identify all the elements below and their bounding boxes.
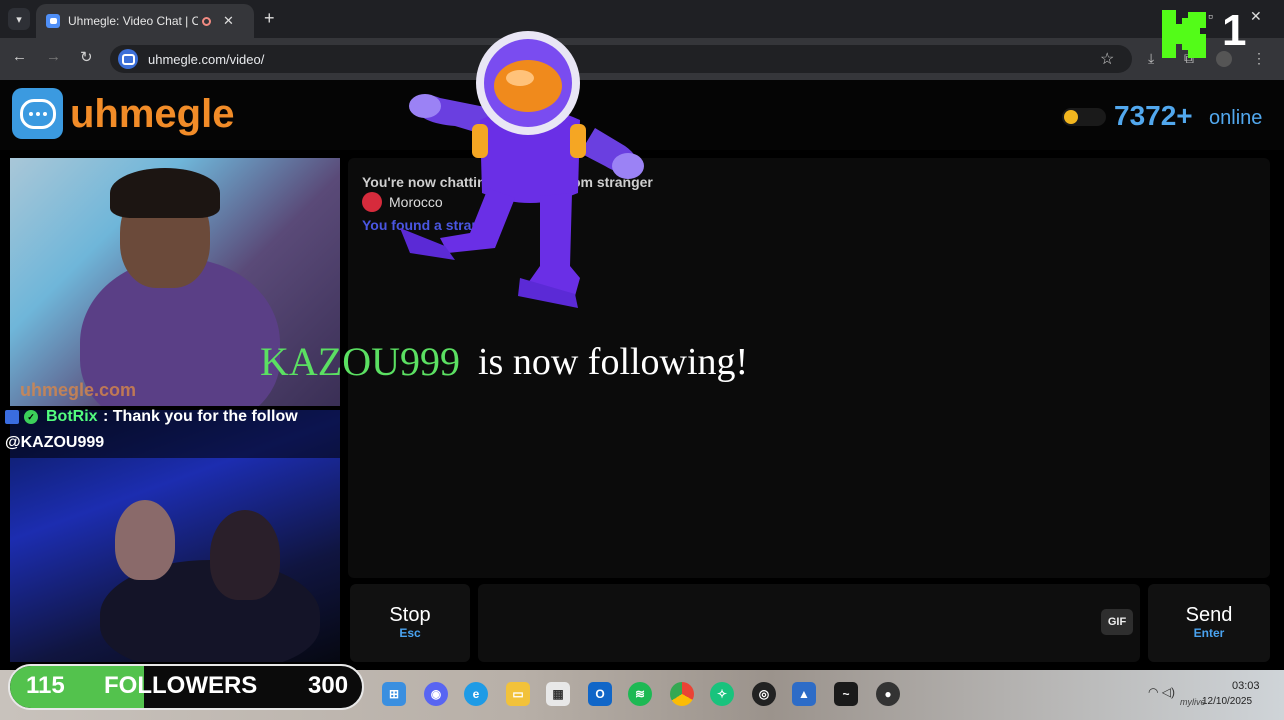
photos-icon[interactable]: ▲ — [792, 682, 816, 706]
site-info-icon[interactable] — [118, 49, 138, 69]
send-shortcut: Enter — [1193, 626, 1225, 640]
chrome-icon[interactable] — [670, 682, 694, 706]
site-logo-text[interactable]: uhmegle — [70, 92, 234, 137]
browser-tab[interactable]: Uhmegle: Video Chat | Omegle ✕ — [36, 4, 254, 38]
wifi-icon[interactable]: ◠ ◁) — [1148, 685, 1175, 699]
browser-menu-icon[interactable]: ⋮ — [1252, 50, 1266, 67]
tab-title: Uhmegle: Video Chat | Omegle — [68, 14, 198, 28]
download-icon[interactable]: ⤓ — [1148, 50, 1154, 67]
chat-message-mention: @KAZOU999 — [5, 434, 105, 451]
country-flag-icon — [362, 192, 382, 212]
windows-icon[interactable]: ⊞ — [382, 682, 406, 706]
terminal-icon[interactable]: ~ — [834, 682, 858, 706]
recording-indicator-icon — [202, 16, 211, 26]
files-icon[interactable]: ▭ — [506, 682, 530, 706]
forward-arrow-icon[interactable]: → — [46, 48, 61, 65]
stop-button[interactable]: Stop Esc — [350, 584, 470, 662]
edge-icon[interactable]: e — [464, 682, 488, 706]
goal-label: FOLLOWERS — [104, 672, 258, 699]
online-label: online — [1209, 107, 1263, 129]
chat-message-text: : Thank you for the follow — [103, 408, 298, 425]
gif-button[interactable]: GIF — [1101, 609, 1133, 635]
kick-follow-count: 1 — [1222, 6, 1247, 55]
stop-shortcut: Esc — [399, 626, 421, 640]
restore-icon[interactable]: ▫ — [1208, 8, 1213, 24]
clock-date[interactable]: 12/10/2025 — [1202, 696, 1252, 707]
chat-bubble-logo-icon[interactable] — [12, 88, 63, 139]
webcam-icon[interactable]: ◎ — [752, 682, 776, 706]
send-label: Send — [1185, 604, 1233, 626]
clock-time[interactable]: 03:03 — [1232, 680, 1260, 692]
obs-icon[interactable]: ● — [876, 682, 900, 706]
tab-search-button[interactable]: ▾ — [8, 8, 30, 30]
goal-target: 300 — [308, 672, 349, 699]
goal-current: 115 — [26, 672, 65, 699]
tab-favicon-icon — [46, 14, 60, 28]
discord-icon[interactable]: ◉ — [424, 682, 448, 706]
chatgpt-icon[interactable]: ✧ — [710, 682, 734, 706]
new-tab-button[interactable]: + — [264, 8, 275, 29]
sun-icon — [1064, 110, 1078, 124]
back-arrow-icon[interactable]: ← — [12, 48, 27, 65]
window-close-icon[interactable]: ✕ — [1250, 8, 1262, 25]
store-icon[interactable]: ▦ — [546, 682, 570, 706]
chat-username: BotRix — [46, 408, 98, 425]
verified-check-icon: ✓ — [24, 410, 38, 424]
outlook-icon[interactable]: O — [588, 682, 612, 706]
message-input[interactable] — [478, 584, 1140, 662]
follower-username: KAZOU999 — [260, 339, 460, 384]
stop-label: Stop — [389, 604, 431, 626]
tab-close-icon[interactable]: ✕ — [223, 13, 234, 29]
bot-badge-icon — [5, 410, 19, 424]
signature-text: mylive — [1180, 697, 1206, 707]
reload-icon[interactable]: ↻ — [80, 48, 93, 66]
astronaut-icon — [400, 31, 644, 308]
kick-logo-icon — [1162, 10, 1206, 58]
follow-alert-text: is now following! — [478, 341, 749, 383]
video-watermark: uhmegle.com — [20, 380, 137, 400]
bookmark-star-icon[interactable]: ☆ — [1100, 49, 1114, 69]
url-text: uhmegle.com/video/ — [148, 51, 265, 67]
send-button[interactable]: Send Enter — [1148, 584, 1270, 662]
online-count: 7372+ — [1114, 100, 1193, 131]
spotify-icon[interactable]: ≋ — [628, 682, 652, 706]
